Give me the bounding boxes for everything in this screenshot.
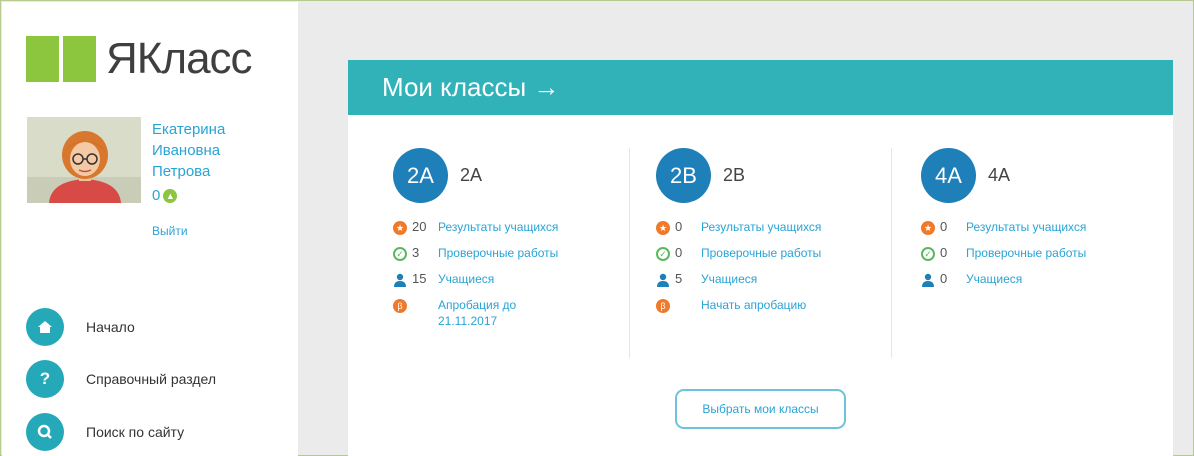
user-icon [393, 273, 407, 287]
results-count: 0 [940, 219, 948, 234]
class-stats: ★ 0 Результаты учащихся ✓ 0 Проверочные … [656, 219, 906, 323]
tests-link[interactable]: Проверочные работы [966, 245, 1086, 261]
stat-results: ★ 20 Результаты учащихся [393, 219, 643, 245]
logout-link[interactable]: Выйти [152, 224, 188, 238]
tests-count: 3 [412, 245, 420, 260]
user-points: 0 ▲ [152, 187, 178, 204]
students-count: 15 [412, 271, 427, 286]
tests-link[interactable]: Проверочные работы [701, 245, 821, 261]
tests-link[interactable]: Проверочные работы [438, 245, 558, 261]
nav-label-help: Справочный раздел [86, 371, 217, 387]
students-count: 5 [675, 271, 683, 286]
user-icon [656, 273, 670, 287]
coin-icon: ▲ [163, 188, 178, 203]
user-icon [921, 273, 935, 287]
results-count: 0 [675, 219, 683, 234]
user-name[interactable]: Екатерина Ивановна Петрова [152, 119, 282, 182]
user-last-name: Петрова [152, 163, 211, 180]
my-classes-title[interactable]: Мои классы → [348, 60, 1173, 115]
stat-results: ★ 0 Результаты учащихся [656, 219, 906, 245]
nav-label-home: Начало [86, 319, 135, 335]
class-stats: ★ 20 Результаты учащихся ✓ 3 Проверочные… [393, 219, 643, 337]
stat-students: 0 Учащиеся [921, 271, 1171, 297]
approbation-icon: β [656, 299, 670, 313]
results-link[interactable]: Результаты учащихся [701, 219, 821, 235]
students-link[interactable]: Учащиеся [438, 271, 494, 287]
approbation-date: 21.11.2017 [438, 314, 498, 328]
check-circle-icon: ✓ [393, 247, 407, 261]
class-badge[interactable]: 2А [393, 148, 448, 203]
class-badge[interactable]: 2В [656, 148, 711, 203]
home-icon [26, 308, 64, 346]
results-icon: ★ [656, 221, 670, 235]
book-logo-icon [26, 36, 96, 82]
results-count: 20 [412, 219, 427, 234]
class-badge[interactable]: 4А [921, 148, 976, 203]
my-classes-panel: Мои классы → 2А 2А ★ 20 Результаты учащи… [348, 60, 1173, 456]
avatar[interactable] [27, 117, 141, 203]
tests-count: 0 [940, 245, 948, 260]
user-first-name: Екатерина [152, 121, 226, 138]
students-link[interactable]: Учащиеся [966, 271, 1022, 287]
students-link[interactable]: Учащиеся [701, 271, 757, 287]
stat-approbation: β Начать апробацию [656, 297, 906, 323]
stat-tests: ✓ 3 Проверочные работы [393, 245, 643, 271]
select-my-classes-button[interactable]: Выбрать мои классы [675, 389, 846, 429]
stat-students: 5 Учащиеся [656, 271, 906, 297]
class-header[interactable]: 2В 2В [656, 148, 906, 203]
sidebar: ЯКласс Екатерина Ивановна Петрова 0 ▲ Вы… [2, 2, 298, 456]
class-header[interactable]: 4А 4А [921, 148, 1171, 203]
start-approbation-link[interactable]: Начать апробацию [701, 297, 806, 313]
results-icon: ★ [921, 221, 935, 235]
tests-count: 0 [675, 245, 683, 260]
nav-label-search: Поиск по сайту [86, 424, 185, 440]
class-header[interactable]: 2А 2А [393, 148, 643, 203]
results-link[interactable]: Результаты учащихся [438, 219, 558, 235]
approbation-label: Апробация до [438, 298, 517, 312]
column-divider [629, 148, 630, 358]
approbation-icon: β [393, 299, 407, 313]
class-name[interactable]: 2В [723, 165, 745, 186]
stat-tests: ✓ 0 Проверочные работы [921, 245, 1171, 271]
class-name[interactable]: 2А [460, 165, 482, 186]
nav-item-help[interactable]: ? Справочный раздел [26, 360, 286, 398]
logo-text: ЯКласс [106, 34, 253, 83]
nav-item-search[interactable]: Поиск по сайту [26, 413, 286, 451]
class-card-4a: 4А 4А ★ 0 Результаты учащихся ✓ 0 Провер… [921, 148, 1171, 297]
results-link[interactable]: Результаты учащихся [966, 219, 1086, 235]
page-frame: ЯКласс Екатерина Ивановна Петрова 0 ▲ Вы… [0, 0, 1194, 456]
class-card-2a: 2А 2А ★ 20 Результаты учащихся ✓ 3 Прове… [393, 148, 643, 337]
help-icon: ? [26, 360, 64, 398]
stat-results: ★ 0 Результаты учащихся [921, 219, 1171, 245]
students-count: 0 [940, 271, 948, 286]
class-stats: ★ 0 Результаты учащихся ✓ 0 Проверочные … [921, 219, 1171, 297]
stat-students: 15 Учащиеся [393, 271, 643, 297]
check-circle-icon: ✓ [921, 247, 935, 261]
check-circle-icon: ✓ [656, 247, 670, 261]
class-name[interactable]: 4А [988, 165, 1010, 186]
results-icon: ★ [393, 221, 407, 235]
points-value: 0 [152, 187, 161, 204]
search-icon [26, 413, 64, 451]
stat-approbation: β Апробация до 21.11.2017 [393, 297, 643, 337]
class-card-2b: 2В 2В ★ 0 Результаты учащихся ✓ 0 Провер… [656, 148, 906, 323]
column-divider [891, 148, 892, 358]
logo[interactable]: ЯКласс [26, 34, 253, 83]
user-middle-name: Ивановна [152, 142, 221, 159]
nav-item-home[interactable]: Начало [26, 308, 286, 346]
stat-tests: ✓ 0 Проверочные работы [656, 245, 906, 271]
approbation-link[interactable]: Апробация до 21.11.2017 [438, 297, 516, 329]
